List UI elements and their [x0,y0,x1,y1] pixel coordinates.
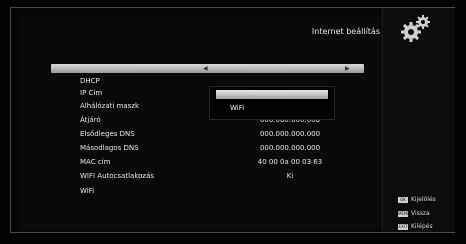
setting-label: IP Cím [80,89,103,97]
setting-label: MAC cím [80,158,111,166]
setting-label: WIFI Autocsatlakozás [80,172,155,180]
setting-label: Elsődleges DNS [80,130,135,138]
connection-type-value: Vezetékes [251,65,282,72]
setting-label: DHCP [80,77,100,85]
setting-label: Alhálózati maszk [80,102,140,110]
help-key-exit: EXIT Kilépés [398,223,433,231]
help-key-label: Kijelölés [411,196,436,203]
connection-type-dropdown[interactable]: Vezetékes WiFi [209,86,335,120]
setting-value: 000.000.000.000 [259,144,321,152]
help-key-select: OK Kijelölés [398,196,436,204]
setting-value: 40 00 0a 00 03 63 [257,158,323,166]
ok-key-icon: OK [398,196,408,203]
dropdown-option-wifi[interactable]: WiFi [230,104,342,113]
settings-row[interactable]: WIFI Autocsatlakozás Ki [80,171,380,182]
page-title: Internet beállítás [311,27,380,36]
dropdown-option-wired[interactable]: Vezetékes [216,90,328,99]
setting-label: Átjáró [80,116,101,124]
menu-key-icon: MENU [398,210,410,217]
settings-row[interactable]: Elsődleges DNS 000.000.000.000 [80,129,380,140]
help-key-label: Vissza [411,210,430,217]
settings-row[interactable]: MAC cím 40 00 0a 00 03 63 [80,157,380,168]
setting-value: Ki [286,172,294,180]
connection-type-label: Kapcsolat típusa [80,65,130,72]
help-key-label: Kilépés [411,223,433,230]
setting-label: Másodlagos DNS [80,144,139,152]
settings-row[interactable]: Másodlagos DNS 000.000.000.000 [80,143,380,154]
setting-label: WiFi [80,187,95,195]
left-arrow-icon[interactable]: ◀ [203,64,208,73]
right-arrow-icon[interactable]: ▶ [345,64,350,73]
exit-key-icon: EXIT [398,223,408,230]
setting-value: 000.000.000.000 [259,130,321,138]
tv-screen: Internet beállítás Kapcsolat típusa ◀ Ve… [0,0,466,244]
settings-row[interactable]: WiFi [80,186,380,197]
connection-type-row[interactable]: Kapcsolat típusa ◀ Vezetékes ▶ [51,64,364,73]
help-key-back: MENUVissza [398,210,430,218]
gear-icon [401,15,430,42]
